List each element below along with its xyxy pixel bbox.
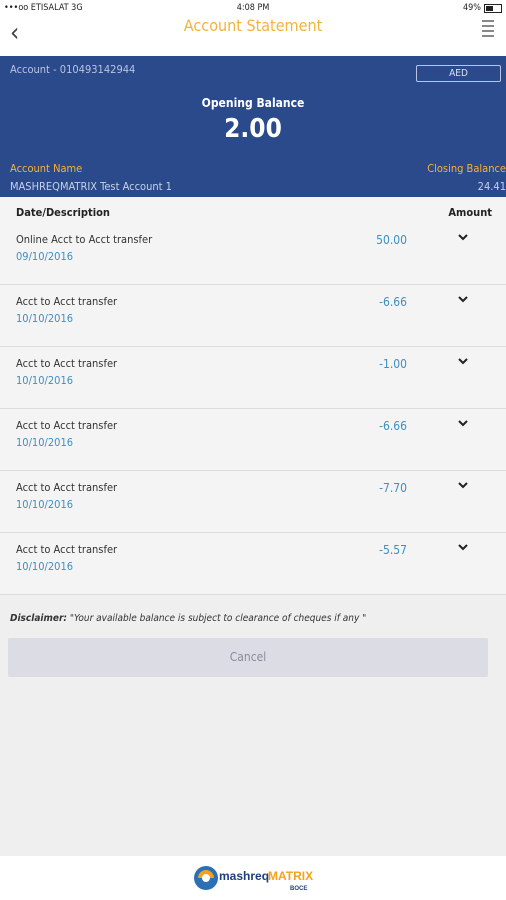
svg-text:BOCE: BOCE xyxy=(290,886,307,892)
nav-bar: ‹ Account Statement xyxy=(0,16,506,57)
transaction-amount: -6.66 xyxy=(379,295,407,309)
disclaimer-label: Disclaimer: xyxy=(10,613,67,624)
closing-balance-value: 24.41 xyxy=(477,180,506,193)
status-bar: •••oo ETISALAT 3G 4:08 PM 49% xyxy=(0,0,506,16)
closing-balance-label: Closing Balance xyxy=(427,162,506,175)
disclaimer: Disclaimer: "Your available balance is s… xyxy=(10,613,366,624)
transaction-row[interactable]: Acct to Acct transfer 10/10/2016 -6.66 xyxy=(0,409,506,471)
menu-icon[interactable] xyxy=(482,20,494,38)
chevron-down-icon[interactable] xyxy=(458,480,468,490)
cancel-button[interactable]: Cancel xyxy=(8,638,488,677)
chevron-down-icon[interactable] xyxy=(458,232,468,242)
footer: mashreq MATRIX BOCE xyxy=(0,856,506,900)
transaction-row[interactable]: Acct to Acct transfer 10/10/2016 -6.66 xyxy=(0,285,506,347)
transaction-date: 10/10/2016 xyxy=(16,436,74,449)
svg-text:MATRIX: MATRIX xyxy=(268,869,313,883)
account-number: Account - 010493142944 xyxy=(10,63,136,76)
chevron-down-icon[interactable] xyxy=(458,418,468,428)
transaction-date: 09/10/2016 xyxy=(16,250,74,263)
mashreq-matrix-logo: mashreq MATRIX BOCE xyxy=(194,866,313,892)
transaction-row[interactable]: Acct to Acct transfer 10/10/2016 -5.57 xyxy=(0,533,506,595)
transaction-amount: -5.57 xyxy=(379,543,407,557)
column-date-description: Date/Description xyxy=(16,206,110,219)
transaction-date: 10/10/2016 xyxy=(16,312,74,325)
page-title: Account Statement xyxy=(183,16,323,35)
transaction-amount: -7.70 xyxy=(379,481,407,495)
account-summary: Account - 010493142944 AED Opening Balan… xyxy=(0,56,506,197)
account-name-label: Account Name xyxy=(10,162,83,175)
opening-balance-label: Opening Balance xyxy=(201,96,305,110)
transaction-amount: -1.00 xyxy=(379,357,407,371)
transaction-description: Acct to Acct transfer xyxy=(16,543,118,556)
chevron-down-icon[interactable] xyxy=(458,356,468,366)
table-header: Date/Description Amount xyxy=(0,197,506,223)
status-time: 4:08 PM xyxy=(236,3,270,13)
transaction-description: Acct to Acct transfer xyxy=(16,481,118,494)
opening-balance-value: 2.00 xyxy=(224,114,282,144)
battery-percent: 49% xyxy=(463,3,481,13)
transaction-list: Online Acct to Acct transfer 09/10/2016 … xyxy=(0,223,506,595)
transaction-description: Acct to Acct transfer xyxy=(16,295,118,308)
transaction-amount: -6.66 xyxy=(379,419,407,433)
transaction-date: 10/10/2016 xyxy=(16,374,74,387)
account-name: MASHREQMATRIX Test Account 1 xyxy=(10,180,172,193)
transaction-amount: 50.00 xyxy=(376,233,407,247)
disclaimer-text: "Your available balance is subject to cl… xyxy=(69,613,367,624)
column-amount: Amount xyxy=(448,206,492,219)
chevron-down-icon[interactable] xyxy=(458,542,468,552)
transaction-date: 10/10/2016 xyxy=(16,498,74,511)
currency-button[interactable]: AED xyxy=(416,65,501,82)
chevron-down-icon[interactable] xyxy=(458,294,468,304)
transaction-description: Acct to Acct transfer xyxy=(16,419,118,432)
transaction-description: Acct to Acct transfer xyxy=(16,357,118,370)
transaction-description: Online Acct to Acct transfer xyxy=(16,233,153,246)
transaction-date: 10/10/2016 xyxy=(16,560,74,573)
battery-status: 49% xyxy=(463,3,502,13)
transaction-row[interactable]: Acct to Acct transfer 10/10/2016 -1.00 xyxy=(0,347,506,409)
transaction-row[interactable]: Acct to Acct transfer 10/10/2016 -7.70 xyxy=(0,471,506,533)
battery-icon xyxy=(484,3,502,13)
transaction-row[interactable]: Online Acct to Acct transfer 09/10/2016 … xyxy=(0,223,506,285)
svg-text:mashreq: mashreq xyxy=(219,869,269,883)
